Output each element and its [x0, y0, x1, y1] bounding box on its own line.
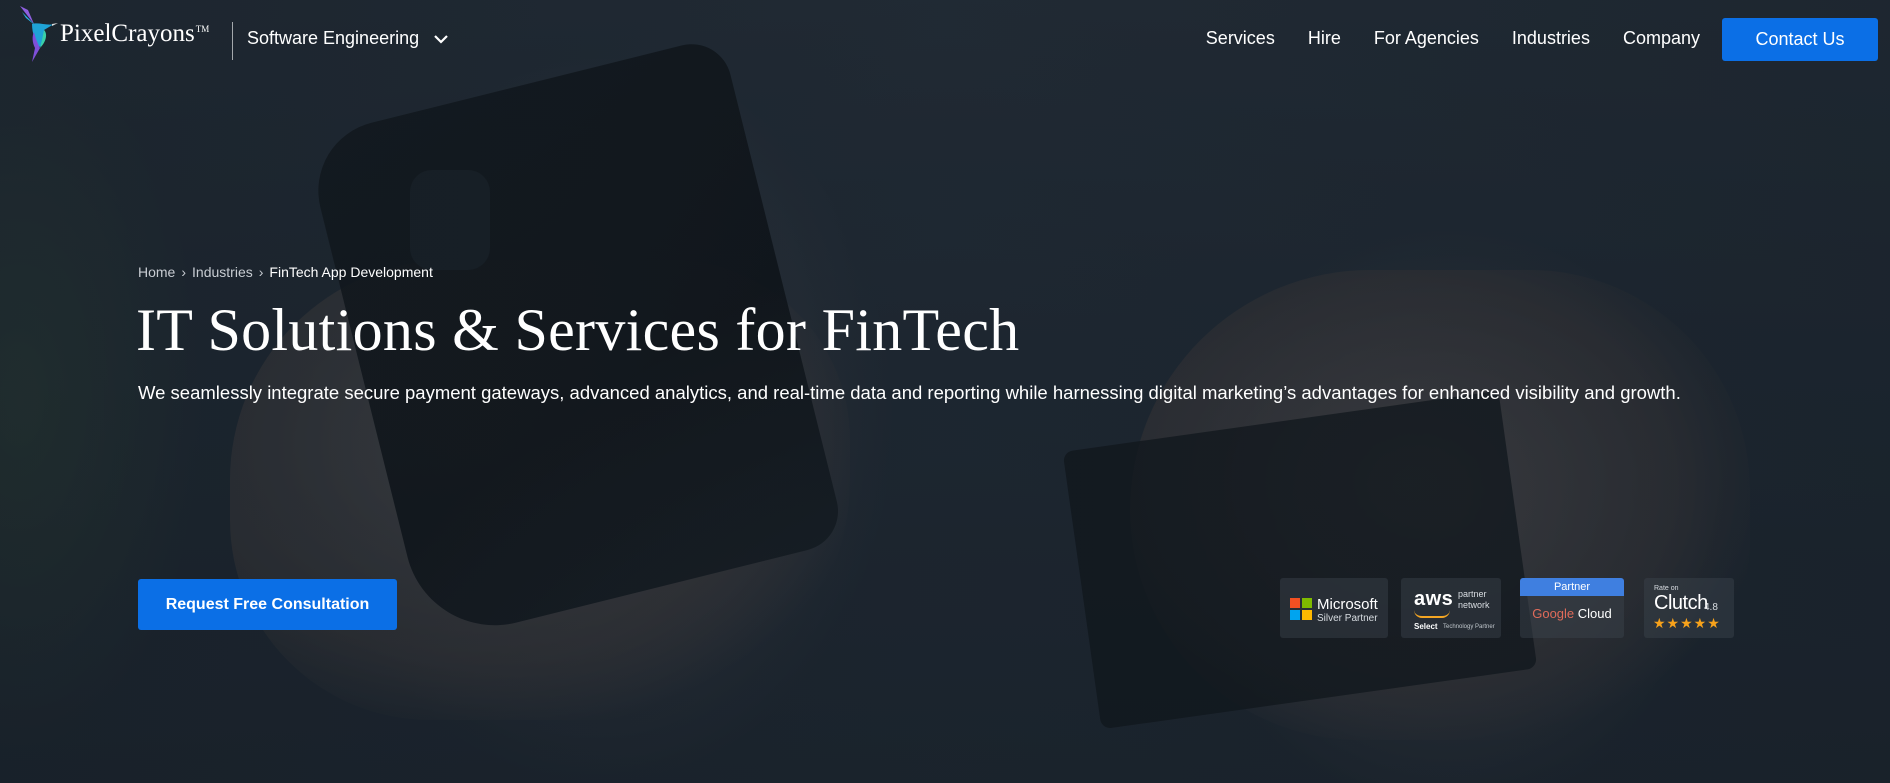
clutch-name: Clutch — [1654, 592, 1708, 614]
microsoft-name: Microsoft — [1317, 596, 1378, 613]
breadcrumb-home[interactable]: Home — [138, 264, 175, 280]
hero-subtitle: We seamlessly integrate secure payment g… — [138, 382, 1681, 403]
microsoft-tier: Silver Partner — [1317, 613, 1378, 624]
aws-partner-badge: aws partner network Select Technology Par… — [1401, 578, 1501, 638]
nav-services[interactable]: Services — [1206, 28, 1275, 49]
breadcrumb-industries[interactable]: Industries — [192, 264, 253, 280]
chevron-right-icon: › — [258, 264, 264, 280]
page-title: IT Solutions & Services for FinTech — [136, 297, 1020, 363]
chevron-down-icon — [434, 34, 448, 44]
nav-for-agencies[interactable]: For Agencies — [1374, 28, 1479, 49]
main-nav: Services Hire For Agencies Industries Co… — [1206, 28, 1700, 49]
clutch-rate-on: Rate on — [1654, 585, 1679, 592]
clutch-score: 4.8 — [1704, 602, 1718, 613]
logo-text: PixelCrayonsTM — [60, 20, 210, 47]
site-header: PixelCrayonsTM Software Engineering Serv… — [0, 0, 1890, 80]
clutch-rating-badge: Rate on Clutch 4.8 ★★★★★ — [1644, 578, 1734, 638]
aws-tier-sub: Technology Partner — [1443, 624, 1495, 630]
product-switch-label: Software Engineering — [247, 28, 420, 48]
google-cloud-partner-badge: Partner Google Cloud — [1520, 578, 1624, 638]
request-consultation-button[interactable]: Request Free Consultation — [138, 579, 397, 630]
nav-hire[interactable]: Hire — [1308, 28, 1341, 49]
aws-tier: Select — [1414, 622, 1438, 631]
gcloud-partner-label: Partner — [1520, 578, 1624, 596]
aws-logo: aws — [1414, 588, 1454, 610]
nav-company[interactable]: Company — [1623, 28, 1700, 49]
microsoft-logo-icon — [1290, 598, 1312, 620]
product-switch-dropdown[interactable]: Software Engineering — [247, 28, 449, 49]
contact-us-button[interactable]: Contact Us — [1722, 18, 1878, 61]
aws-partner-network: partner network — [1458, 589, 1490, 610]
hummingbird-icon — [20, 6, 58, 62]
nav-industries[interactable]: Industries — [1512, 28, 1590, 49]
header-divider — [232, 22, 233, 60]
chevron-right-icon: › — [181, 264, 187, 280]
google-cloud-logo: Google Cloud — [1532, 606, 1612, 621]
breadcrumb: Home › Industries › FinTech App Developm… — [138, 264, 433, 280]
aws-smile-icon — [1414, 610, 1450, 618]
pixelcrayons-logo[interactable]: PixelCrayonsTM — [18, 0, 209, 72]
microsoft-partner-badge: Microsoft Silver Partner — [1280, 578, 1388, 638]
star-rating-icon: ★★★★★ — [1653, 615, 1721, 631]
breadcrumb-current: FinTech App Development — [269, 264, 433, 280]
